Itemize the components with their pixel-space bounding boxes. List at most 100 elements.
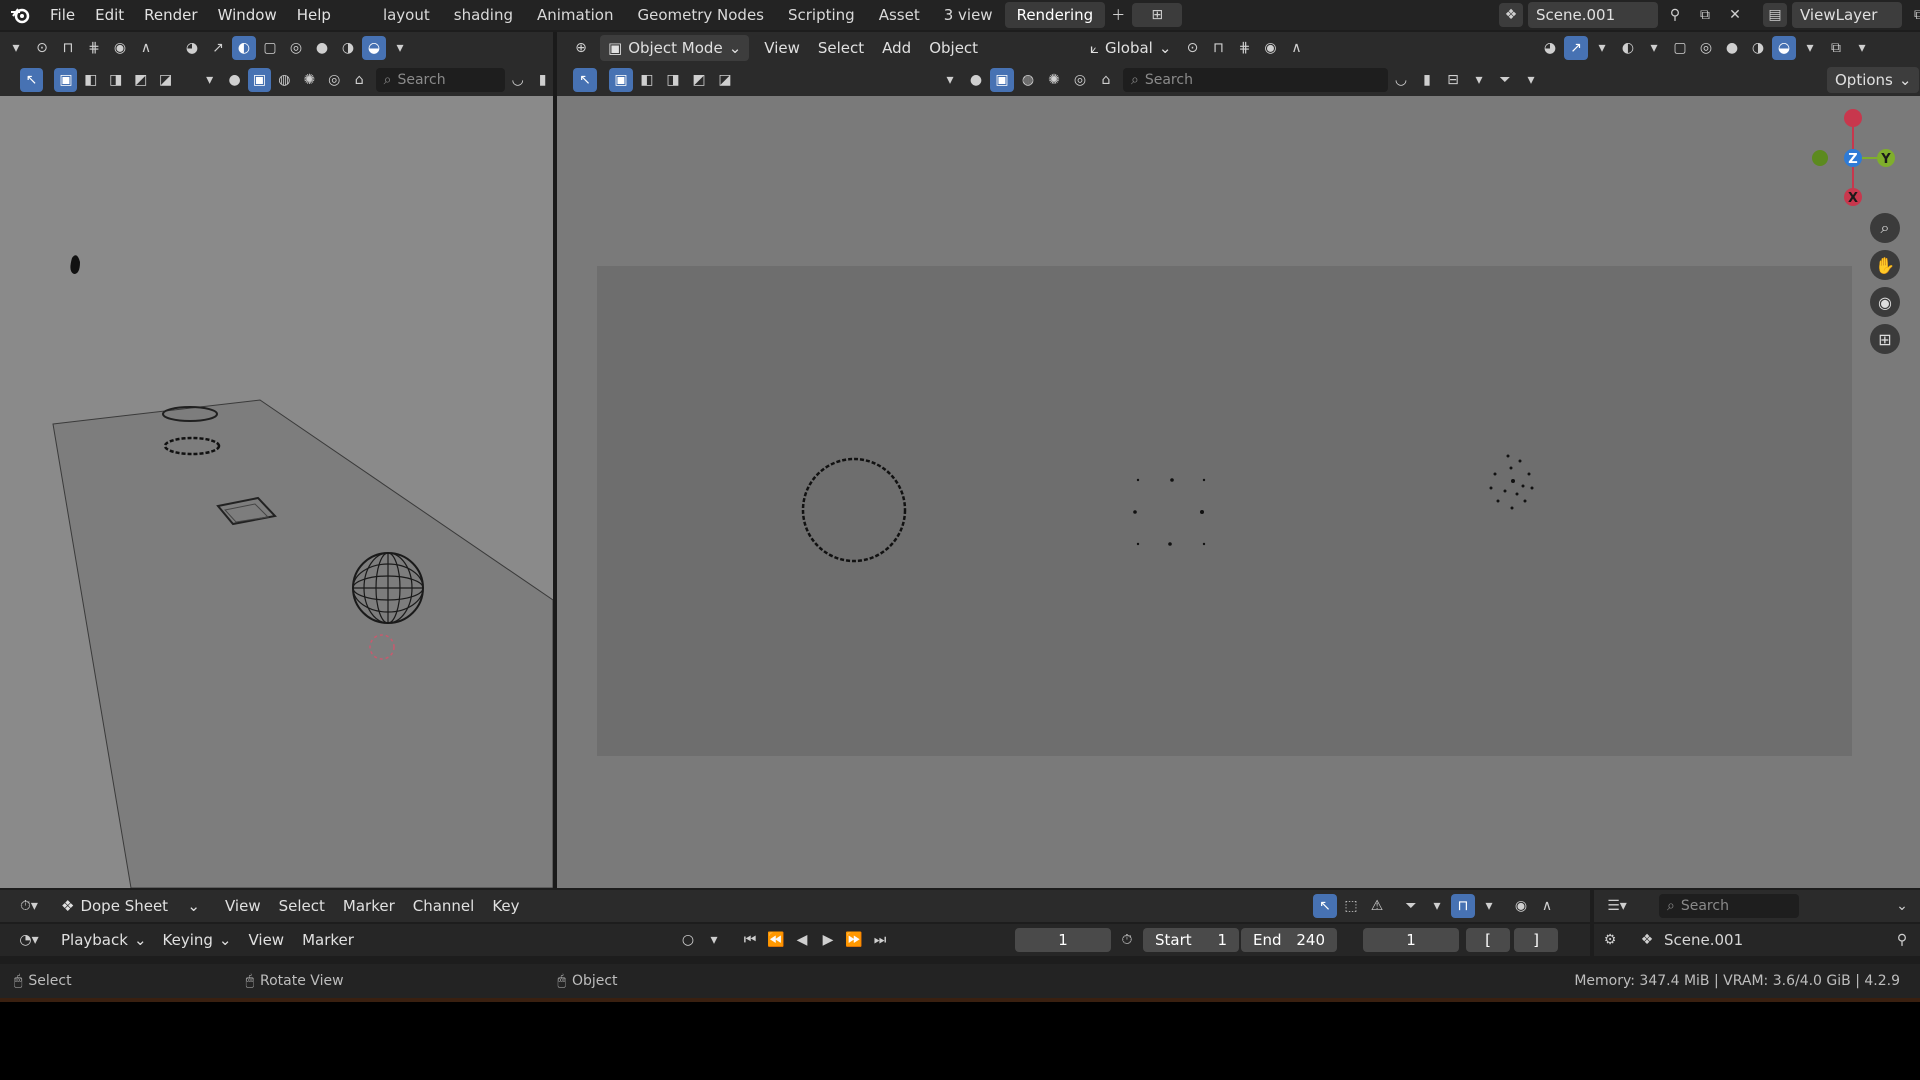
solid-shading-icon[interactable]: ● (1720, 36, 1744, 60)
shading-solid-icon[interactable]: ● (310, 36, 334, 60)
right-search-input[interactable]: ⌕ Search (1123, 68, 1388, 92)
frame-step-field[interactable]: 1 (1363, 928, 1459, 952)
timeline-menu-marker[interactable]: Marker (293, 931, 363, 949)
view-layer-browse-icon[interactable]: ▤ (1763, 3, 1787, 27)
delete-scene-icon[interactable]: ✕ (1723, 3, 1747, 27)
overlay-options-icon[interactable]: ▾ (1642, 36, 1666, 60)
properties-editor-icon[interactable]: ⚙ (1598, 928, 1622, 952)
timeline-menu-view[interactable]: View (239, 931, 293, 949)
menu-window[interactable]: Window (208, 0, 287, 30)
stopwatch-icon[interactable]: ⏱ (1115, 928, 1139, 952)
neg-z-axis-handle[interactable] (1844, 109, 1862, 127)
left-3d-viewport[interactable] (0, 96, 553, 888)
auto-keying-dropdown-icon[interactable]: ▾ (702, 928, 726, 952)
preview-range-end-icon[interactable]: ] (1514, 928, 1558, 952)
left-filter-dropdown-icon[interactable]: ◡ (506, 68, 529, 92)
wireframe-shading-icon[interactable]: ◎ (1694, 36, 1718, 60)
dopesheet-menu-key[interactable]: Key (483, 897, 528, 915)
shading-material-icon[interactable]: ◑ (336, 36, 360, 60)
snap-icon[interactable]: ⊓ (56, 36, 80, 60)
render-type-icon[interactable]: ◍ (1016, 68, 1040, 92)
snapping-dropdown-icon[interactable]: ▾ (1477, 894, 1501, 918)
show-gizmo-icon[interactable]: ↗ (1564, 36, 1588, 60)
jump-next-keyframe-icon[interactable]: ⏩ (842, 928, 866, 952)
camera-options-icon[interactable]: ▾ (1850, 36, 1874, 60)
end-frame-field[interactable]: End 240 (1241, 928, 1337, 952)
render-filter-icon[interactable]: ◍ (273, 68, 296, 92)
start-frame-field[interactable]: Start 1 (1143, 928, 1239, 952)
transform-orientation-dropdown[interactable]: ⟀ Global ⌄ (1082, 35, 1179, 61)
preview-range-start-icon[interactable]: [ (1466, 928, 1510, 952)
box-select-intersect-icon[interactable]: ◪ (713, 68, 737, 92)
right-filter-dropdown-icon[interactable]: ◡ (1389, 68, 1413, 92)
proportional-falloff-icon[interactable]: ∧ (1284, 36, 1308, 60)
outliner-filter-dropdown-icon[interactable]: ⌄ (1890, 894, 1914, 918)
dopesheet-mode-dropdown[interactable]: ❖ Dope Sheet ⌄ (53, 893, 208, 919)
auto-keying-icon[interactable]: ○ (676, 928, 700, 952)
outliner-search-input[interactable]: ⌕ Search (1659, 894, 1799, 918)
dopesheet-editor-type-icon[interactable]: ⏱▾ (12, 894, 46, 918)
jump-start-icon[interactable]: ⏮ (738, 928, 762, 952)
light-type-icon[interactable]: ✺ (1042, 68, 1066, 92)
dope-proportional-icon[interactable]: ◉ (1509, 894, 1533, 918)
jump-end-icon[interactable]: ⏭ (868, 928, 892, 952)
object-filter-icon[interactable]: ▣ (248, 68, 271, 92)
rendered-shading-icon[interactable]: ◒ (1772, 36, 1796, 60)
perspective-grid-icon[interactable]: ⊞ (1870, 324, 1900, 354)
select-intersect-icon[interactable]: ◪ (154, 68, 177, 92)
select-tool-icon[interactable]: ↖ (20, 68, 43, 92)
select-subtract-icon[interactable]: ◨ (104, 68, 127, 92)
right-bookmark-icon[interactable]: ▮ (1415, 68, 1439, 92)
bookmark-icon[interactable]: ▮ (531, 68, 554, 92)
proportional-icon[interactable]: ◉ (1258, 36, 1282, 60)
right-3d-viewport[interactable]: Y Z X ⌕ ✋ ◉ ⊞ (557, 96, 1920, 888)
tweak-tool-icon[interactable]: ↖ (573, 68, 597, 92)
zoom-icon[interactable]: ⌕ (1870, 213, 1900, 243)
keying-menu[interactable]: Keying ⌄ (155, 927, 240, 953)
dopesheet-menu-channel[interactable]: Channel (404, 897, 484, 915)
world-type-icon[interactable]: ◎ (1068, 68, 1092, 92)
timeline-editor-type-icon[interactable]: ◔▾ (12, 928, 46, 952)
view-layer-field[interactable]: ViewLayer (1792, 2, 1902, 28)
world-filter-icon[interactable]: ◎ (323, 68, 346, 92)
menu-add[interactable]: Add (873, 39, 920, 57)
mesh-type-icon[interactable]: ● (964, 68, 988, 92)
tab-rendering[interactable]: Rendering (1004, 2, 1106, 28)
new-view-layer-icon[interactable]: ⧉ (1907, 3, 1920, 27)
add-workspace-icon[interactable]: ＋ (1106, 3, 1130, 27)
object-visibility-icon[interactable]: ◕ (1538, 36, 1562, 60)
type-filter-dropdown-icon[interactable]: ▾ (938, 68, 962, 92)
mesh-filter-icon[interactable]: ● (223, 68, 246, 92)
dopesheet-menu-select[interactable]: Select (270, 897, 334, 915)
box-select-extend-icon[interactable]: ◧ (635, 68, 659, 92)
camera-view-icon[interactable]: ⧉ (1824, 36, 1848, 60)
menu-select[interactable]: Select (809, 39, 873, 57)
show-overlays-icon[interactable]: ◐ (1616, 36, 1640, 60)
play-reverse-icon[interactable]: ◀ (790, 928, 814, 952)
display-mode-dropdown-icon[interactable]: ▾ (1467, 68, 1491, 92)
xray-icon[interactable]: ▢ (258, 36, 282, 60)
menu-file[interactable]: File (40, 0, 85, 30)
funnel-dropdown-icon[interactable]: ▾ (1519, 68, 1543, 92)
select-invert-icon[interactable]: ◩ (129, 68, 152, 92)
mode-dropdown[interactable]: ▣ Object Mode ⌄ (600, 35, 750, 61)
pin-icon[interactable]: ⚲ (1663, 3, 1687, 27)
menu-render[interactable]: Render (134, 0, 207, 30)
editor-type-icon[interactable]: ▾ (4, 36, 28, 60)
gizmo-options-icon[interactable]: ▾ (1590, 36, 1614, 60)
shading-wireframe-icon[interactable]: ◎ (284, 36, 308, 60)
shading-popover-icon[interactable]: ▾ (1798, 36, 1822, 60)
scene-name-field[interactable]: Scene.001 (1528, 2, 1658, 28)
falloff-icon[interactable]: ∧ (134, 36, 158, 60)
options-dropdown[interactable]: Options ⌄ (1827, 67, 1920, 93)
navigation-gizmo[interactable]: Y Z X (1798, 102, 1908, 212)
display-mode-icon[interactable]: ⊟ (1441, 68, 1465, 92)
scene-browse-icon[interactable]: ❖ (1499, 3, 1523, 27)
left-search-input[interactable]: ⌕ Search (375, 68, 506, 92)
only-selected-icon[interactable]: ↖ (1313, 894, 1337, 918)
box-select-invert-icon[interactable]: ◩ (687, 68, 711, 92)
transform-pivot-icon[interactable]: ⊙ (30, 36, 54, 60)
filters-icon[interactable]: ⏷ (1399, 894, 1423, 918)
snap-element-icon[interactable]: ⋕ (1232, 36, 1256, 60)
tab-animation[interactable]: Animation (525, 2, 625, 28)
